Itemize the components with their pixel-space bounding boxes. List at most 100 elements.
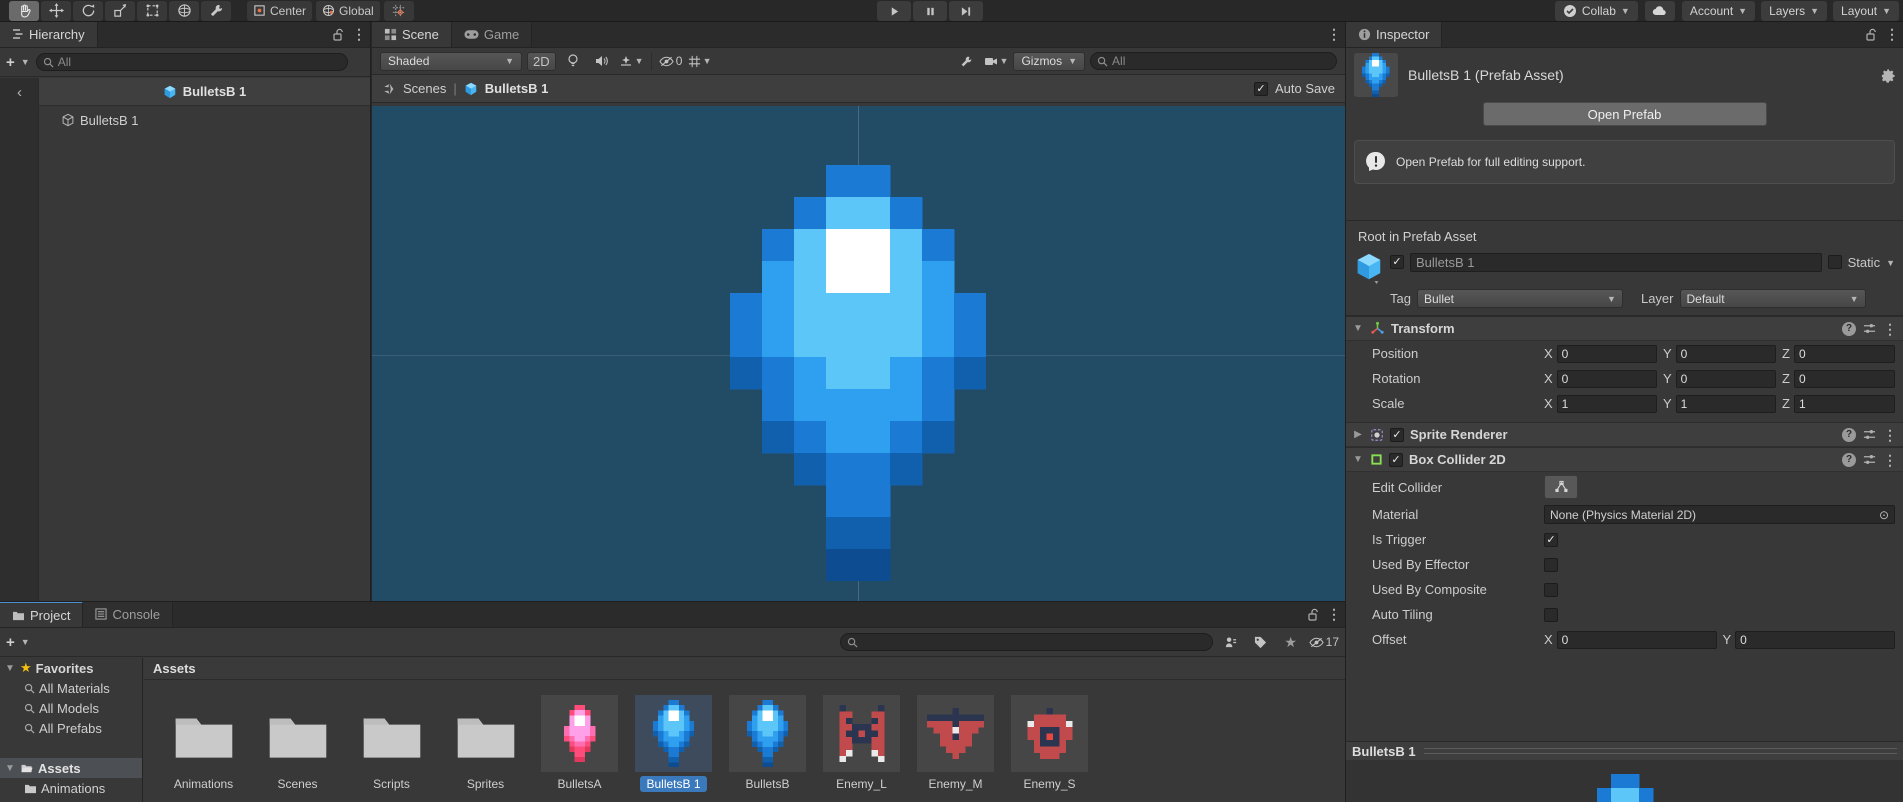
transform-menu-icon[interactable]: ⋮ <box>1883 322 1897 336</box>
foldout-open-icon[interactable]: ▼ <box>1352 454 1364 465</box>
project-search-input[interactable] <box>861 635 1206 649</box>
box-collider-menu-icon[interactable]: ⋮ <box>1883 453 1897 467</box>
search-by-label-button[interactable] <box>1249 633 1273 652</box>
edit-collider-button[interactable] <box>1544 475 1578 499</box>
step-button[interactable] <box>949 1 983 21</box>
tag-dropdown[interactable]: Bullet ▼ <box>1416 289 1623 308</box>
custom-tool-button[interactable] <box>201 0 231 21</box>
tab-inspector[interactable]: Inspector <box>1346 22 1443 47</box>
gameobject-active-checkbox[interactable] <box>1390 255 1404 269</box>
prefab-mode-header[interactable]: BulletsB 1 <box>39 78 370 106</box>
project-menu-icon[interactable]: ⋮ <box>1327 607 1341 621</box>
tree-all-models[interactable]: All Models <box>0 698 142 718</box>
rect-tool-button[interactable] <box>137 0 167 21</box>
scene-audio-button[interactable] <box>590 52 614 71</box>
scene-viewport[interactable] <box>372 106 1345 601</box>
rotation-z-field[interactable]: 0 <box>1793 369 1895 388</box>
tab-project[interactable]: Project <box>0 602 84 627</box>
auto-tiling-checkbox[interactable] <box>1544 607 1558 622</box>
hidden-objects-toggle[interactable]: 0 <box>659 52 683 71</box>
hierarchy-item-bulletsb1[interactable]: BulletsB 1 <box>39 110 370 130</box>
position-x-field[interactable]: 0 <box>1556 344 1657 363</box>
tree-all-materials[interactable]: All Materials <box>0 678 142 698</box>
preview-header[interactable]: BulletsB 1 <box>1346 741 1903 760</box>
gameobject-icon[interactable] <box>1354 252 1384 284</box>
inspector-lock-icon[interactable] <box>1866 28 1877 41</box>
scene-lighting-button[interactable] <box>561 52 585 71</box>
offset-x-field[interactable]: 0 <box>1556 630 1717 649</box>
is-trigger-checkbox[interactable] <box>1544 532 1558 547</box>
project-lock-icon[interactable] <box>1308 608 1319 621</box>
sprite-renderer-enabled-checkbox[interactable] <box>1390 427 1404 442</box>
static-checkbox[interactable] <box>1827 255 1842 269</box>
asset-enemy-l[interactable]: Enemy_L <box>823 695 900 802</box>
scale-tool-button[interactable] <box>105 0 135 21</box>
offset-y-field[interactable]: 0 <box>1735 630 1895 649</box>
position-y-field[interactable]: 0 <box>1675 344 1776 363</box>
pause-button[interactable] <box>913 1 947 21</box>
gizmos-dropdown[interactable]: Gizmos ▼ <box>1013 51 1086 71</box>
lock-icon[interactable] <box>333 28 344 41</box>
project-create-button[interactable]: + <box>6 634 15 651</box>
scene-search-input[interactable] <box>1112 54 1330 68</box>
tab-game[interactable]: Game <box>451 22 533 47</box>
open-prefab-button[interactable]: Open Prefab <box>1482 102 1767 126</box>
used-by-effector-checkbox[interactable] <box>1544 557 1558 572</box>
breadcrumb-scenes[interactable]: Scenes <box>403 81 446 96</box>
sprite-renderer-menu-icon[interactable]: ⋮ <box>1883 428 1897 442</box>
transform-help-icon[interactable]: ? <box>1842 321 1856 336</box>
sprite-renderer-header[interactable]: ▶ Sprite Renderer ? ⋮ <box>1346 422 1903 447</box>
tab-console[interactable]: Console <box>83 602 174 627</box>
transform-component-header[interactable]: ▼ Transform ? ⋮ <box>1346 316 1903 341</box>
gameobject-name-field[interactable]: BulletsB 1 <box>1410 253 1822 272</box>
pivot-toggle-button[interactable]: Center <box>247 0 313 21</box>
position-z-field[interactable]: 0 <box>1793 344 1895 363</box>
rotation-toggle-button[interactable]: Global <box>316 0 380 21</box>
foldout-open-icon[interactable]: ▼ <box>1352 323 1364 334</box>
static-dropdown-arrow[interactable]: ▼ <box>1886 258 1895 268</box>
asset-folder-sprites[interactable]: Sprites <box>447 695 524 802</box>
search-by-type-button[interactable] <box>1219 633 1243 652</box>
draw-mode-dropdown[interactable]: Shaded ▼ <box>380 51 522 71</box>
hidden-packages-toggle[interactable]: 17 <box>1308 633 1339 652</box>
asset-bulletsa[interactable]: BulletsA <box>541 695 618 802</box>
scene-search[interactable] <box>1090 52 1337 70</box>
hierarchy-search-input[interactable] <box>57 55 341 69</box>
object-picker-icon[interactable]: ⊙ <box>1879 508 1889 522</box>
project-search[interactable] <box>839 633 1213 651</box>
tree-folder-animations[interactable]: Animations <box>0 778 142 798</box>
asset-enemy-s[interactable]: Enemy_S <box>1011 695 1088 802</box>
scale-x-field[interactable]: 1 <box>1556 394 1657 413</box>
box-collider-header[interactable]: ▼ Box Collider 2D ? ⋮ <box>1346 447 1903 472</box>
hand-tool-button[interactable] <box>9 0 39 21</box>
scene-effects-dropdown[interactable]: ▼ <box>619 52 644 71</box>
tree-favorites[interactable]: ▼ ★ Favorites <box>0 658 142 678</box>
tree-folder-scenes[interactable]: Scenes <box>0 798 142 802</box>
preview-drag-handle[interactable] <box>1423 748 1897 754</box>
sprite-renderer-help-icon[interactable]: ? <box>1842 427 1856 442</box>
grid-snap-button[interactable] <box>383 0 414 21</box>
breadcrumb-current[interactable]: BulletsB 1 <box>485 81 549 96</box>
rotation-x-field[interactable]: 0 <box>1556 369 1657 388</box>
foldout-closed-icon[interactable]: ▶ <box>1352 429 1364 440</box>
tree-assets[interactable]: ▼ Assets <box>0 758 142 778</box>
gear-icon[interactable] <box>1880 68 1895 83</box>
hierarchy-create-arrow[interactable]: ▼ <box>21 57 30 67</box>
collab-dropdown[interactable]: Collab ▼ <box>1554 1 1638 21</box>
layout-dropdown[interactable]: Layout ▼ <box>1833 1 1899 21</box>
2d-toggle-button[interactable]: 2D <box>527 51 556 71</box>
box-collider-enabled-checkbox[interactable] <box>1389 452 1403 467</box>
play-button[interactable] <box>877 1 911 21</box>
transform-tool-button[interactable] <box>169 0 199 21</box>
rotate-tool-button[interactable] <box>73 0 103 21</box>
box-collider-help-icon[interactable]: ? <box>1842 452 1856 467</box>
sprite-renderer-presets-icon[interactable] <box>1863 428 1876 441</box>
tab-scene[interactable]: Scene <box>372 22 452 47</box>
scene-grid-dropdown[interactable]: ▼ <box>688 52 712 71</box>
prefab-back-button[interactable]: ‹ <box>0 78 39 106</box>
scene-camera-dropdown[interactable]: ▼ <box>984 52 1008 71</box>
scale-y-field[interactable]: 1 <box>1675 394 1776 413</box>
rotation-y-field[interactable]: 0 <box>1675 369 1776 388</box>
auto-save-checkbox[interactable] <box>1254 81 1268 96</box>
hierarchy-search[interactable] <box>35 53 348 71</box>
